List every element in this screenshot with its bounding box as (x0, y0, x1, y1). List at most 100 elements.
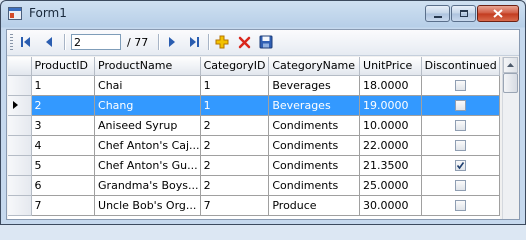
cell-unitprice[interactable]: 22.0000 (359, 135, 423, 156)
vertical-scrollbar[interactable] (502, 57, 518, 219)
cell-categoryid[interactable]: 1 (200, 95, 270, 116)
discontinued-checkbox[interactable] (455, 120, 467, 131)
close-button[interactable] (477, 5, 519, 22)
cell-categoryname[interactable]: Beverages (268, 95, 361, 116)
cell-productname[interactable]: Chai (94, 75, 201, 96)
cell-productid[interactable]: 7 (31, 195, 96, 216)
delete-button[interactable] (235, 33, 253, 51)
table-row[interactable]: 6 Grandma's Boys... 2 Condiments 25.0000 (8, 175, 500, 196)
maximize-button[interactable] (451, 5, 476, 22)
cell-unitprice[interactable]: 18.0000 (359, 75, 423, 96)
cell-productid[interactable]: 4 (31, 135, 96, 156)
title-bar[interactable]: Form1 (1, 1, 525, 28)
column-header-categoryid[interactable]: CategoryID (200, 57, 270, 76)
column-header-productname[interactable]: ProductName (94, 57, 201, 76)
column-header-productid[interactable]: ProductID (31, 57, 96, 76)
column-header-unitprice[interactable]: UnitPrice (359, 57, 423, 76)
cell-discontinued[interactable] (421, 135, 500, 156)
cell-categoryname[interactable]: Condiments (268, 175, 361, 196)
cell-productname[interactable]: Grandma's Boys... (94, 175, 201, 196)
cell-categoryid[interactable]: 2 (200, 155, 270, 176)
column-header-categoryname[interactable]: CategoryName (268, 57, 361, 76)
discontinued-checkbox[interactable] (455, 100, 467, 111)
form-client-area: / 77 (6, 29, 520, 220)
discontinued-checkbox[interactable] (455, 80, 467, 91)
cell-unitprice[interactable]: 19.0000 (359, 95, 423, 116)
table-row[interactable]: 5 Chef Anton's Gu... 2 Condiments 21.3500 (8, 155, 500, 176)
binding-navigator: / 77 (7, 30, 519, 56)
cell-productid[interactable]: 3 (31, 115, 96, 136)
row-header-cell[interactable] (8, 135, 32, 156)
add-icon (215, 35, 229, 49)
cell-categoryid[interactable]: 2 (200, 175, 270, 196)
scroll-up-button[interactable] (503, 57, 518, 73)
cell-productid[interactable]: 2 (31, 95, 96, 116)
toolbar-grip[interactable] (10, 34, 13, 50)
cell-discontinued[interactable] (421, 95, 500, 116)
cell-productname[interactable]: Chef Anton's Caj... (94, 135, 201, 156)
table-row[interactable]: 7 Uncle Bob's Org... 7 Produce 30.0000 (8, 195, 500, 216)
cell-unitprice[interactable]: 25.0000 (359, 175, 423, 196)
cell-categoryname[interactable]: Condiments (268, 155, 361, 176)
move-last-button[interactable] (185, 33, 203, 51)
save-button[interactable] (257, 33, 275, 51)
cell-categoryid[interactable]: 2 (200, 135, 270, 156)
row-header-cell[interactable] (8, 175, 32, 196)
cell-categoryname[interactable]: Condiments (268, 135, 361, 156)
row-header-cell[interactable] (8, 115, 32, 136)
cell-productname[interactable]: Chef Anton's Gu... (94, 155, 201, 176)
grid-body: 1 Chai 1 Beverages 18.0000 2 Chang 1 Beverages 19… (8, 75, 500, 216)
maximize-icon (459, 10, 468, 17)
cell-unitprice[interactable]: 10.0000 (359, 115, 423, 136)
cell-categoryname[interactable]: Condiments (268, 115, 361, 136)
cell-categoryname[interactable]: Produce (268, 195, 361, 216)
cell-unitprice[interactable]: 21.3500 (359, 155, 423, 176)
toolbar-separator (208, 34, 209, 50)
cell-productname[interactable]: Aniseed Syrup (94, 115, 201, 136)
data-grid[interactable]: ProductID ProductName CategoryID Categor… (8, 57, 500, 219)
table-row[interactable]: 3 Aniseed Syrup 2 Condiments 10.0000 (8, 115, 500, 136)
cell-productname[interactable]: Chang (94, 95, 201, 116)
first-record-icon (21, 37, 30, 47)
cell-unitprice[interactable]: 30.0000 (359, 195, 423, 216)
scroll-thumb[interactable] (503, 73, 518, 93)
cell-productname[interactable]: Uncle Bob's Org... (94, 195, 201, 216)
cell-discontinued[interactable] (421, 115, 500, 136)
cell-discontinued[interactable] (421, 195, 500, 216)
table-row[interactable]: 2 Chang 1 Beverages 19.0000 (8, 95, 500, 116)
discontinued-checkbox[interactable] (455, 140, 467, 151)
move-first-button[interactable] (17, 33, 35, 51)
app-icon (8, 7, 22, 20)
save-icon (259, 35, 273, 49)
row-header-cell[interactable] (8, 95, 32, 116)
add-new-button[interactable] (213, 33, 231, 51)
move-next-button[interactable] (163, 33, 181, 51)
cell-discontinued[interactable] (421, 155, 500, 176)
cell-categoryid[interactable]: 2 (200, 115, 270, 136)
cell-discontinued[interactable] (421, 75, 500, 96)
discontinued-checkbox[interactable] (455, 180, 467, 191)
record-count-label: / 77 (127, 36, 149, 49)
table-row[interactable]: 1 Chai 1 Beverages 18.0000 (8, 75, 500, 96)
cell-categoryid[interactable]: 7 (200, 195, 270, 216)
minimize-button[interactable] (425, 5, 450, 22)
column-header-discontinued[interactable]: Discontinued (421, 57, 500, 76)
move-previous-button[interactable] (40, 33, 58, 51)
cell-productid[interactable]: 6 (31, 175, 96, 196)
window-title: Form1 (29, 6, 67, 20)
position-input[interactable] (71, 34, 121, 50)
row-header-cell[interactable] (8, 155, 32, 176)
row-header-cell[interactable] (8, 195, 32, 216)
check-icon (457, 162, 465, 170)
discontinued-checkbox-checked[interactable] (455, 160, 467, 171)
cell-productid[interactable]: 5 (31, 155, 96, 176)
table-row[interactable]: 4 Chef Anton's Caj... 2 Condiments 22.0000 (8, 135, 500, 156)
cell-productid[interactable]: 1 (31, 75, 96, 96)
cell-discontinued[interactable] (421, 175, 500, 196)
current-row-icon (13, 100, 18, 109)
corner-header-cell[interactable] (8, 57, 32, 76)
cell-categoryid[interactable]: 1 (200, 75, 270, 96)
cell-categoryname[interactable]: Beverages (268, 75, 361, 96)
discontinued-checkbox[interactable] (455, 200, 467, 211)
row-header-cell[interactable] (8, 75, 32, 96)
